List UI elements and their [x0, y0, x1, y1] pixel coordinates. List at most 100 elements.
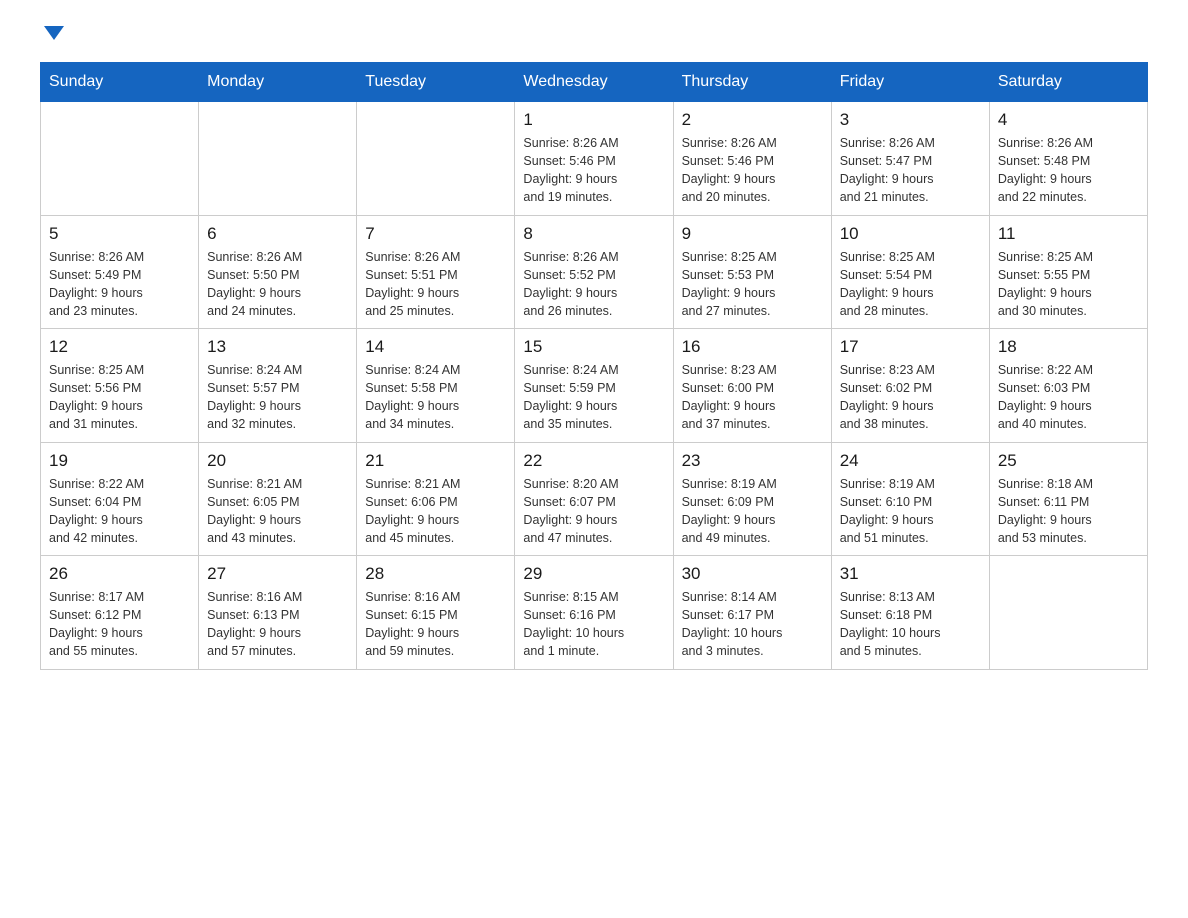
weekday-header-wednesday: Wednesday [515, 63, 673, 102]
day-number: 29 [523, 564, 664, 584]
calendar-cell: 19 Sunrise: 8:22 AM Sunset: 6:04 PM Dayli… [41, 442, 199, 556]
logo [40, 30, 64, 44]
day-info: Sunrise: 8:21 AM Sunset: 6:06 PM Dayligh… [365, 475, 506, 548]
day-info: Sunrise: 8:25 AM Sunset: 5:55 PM Dayligh… [998, 248, 1139, 321]
day-number: 2 [682, 110, 823, 130]
calendar-cell: 2 Sunrise: 8:26 AM Sunset: 5:46 PM Daylig… [673, 102, 831, 216]
calendar-cell: 4 Sunrise: 8:26 AM Sunset: 5:48 PM Daylig… [989, 102, 1147, 216]
calendar-cell: 17 Sunrise: 8:23 AM Sunset: 6:02 PM Dayli… [831, 329, 989, 443]
calendar-cell: 24 Sunrise: 8:19 AM Sunset: 6:10 PM Dayli… [831, 442, 989, 556]
day-info: Sunrise: 8:26 AM Sunset: 5:46 PM Dayligh… [523, 134, 664, 207]
day-info: Sunrise: 8:25 AM Sunset: 5:53 PM Dayligh… [682, 248, 823, 321]
calendar-cell: 13 Sunrise: 8:24 AM Sunset: 5:57 PM Dayli… [199, 329, 357, 443]
calendar-cell: 10 Sunrise: 8:25 AM Sunset: 5:54 PM Dayli… [831, 215, 989, 329]
calendar-cell: 16 Sunrise: 8:23 AM Sunset: 6:00 PM Dayli… [673, 329, 831, 443]
day-number: 17 [840, 337, 981, 357]
day-info: Sunrise: 8:20 AM Sunset: 6:07 PM Dayligh… [523, 475, 664, 548]
calendar-cell: 12 Sunrise: 8:25 AM Sunset: 5:56 PM Dayli… [41, 329, 199, 443]
day-info: Sunrise: 8:25 AM Sunset: 5:56 PM Dayligh… [49, 361, 190, 434]
calendar-cell: 28 Sunrise: 8:16 AM Sunset: 6:15 PM Dayli… [357, 556, 515, 670]
weekday-header-sunday: Sunday [41, 63, 199, 102]
day-number: 20 [207, 451, 348, 471]
weekday-header-saturday: Saturday [989, 63, 1147, 102]
day-info: Sunrise: 8:26 AM Sunset: 5:49 PM Dayligh… [49, 248, 190, 321]
day-number: 19 [49, 451, 190, 471]
calendar-cell [989, 556, 1147, 670]
weekday-header-monday: Monday [199, 63, 357, 102]
day-info: Sunrise: 8:24 AM Sunset: 5:57 PM Dayligh… [207, 361, 348, 434]
week-row-3: 12 Sunrise: 8:25 AM Sunset: 5:56 PM Dayli… [41, 329, 1148, 443]
day-number: 31 [840, 564, 981, 584]
calendar-cell: 7Sunrise: 8:26 AM Sunset: 5:51 PM Daylig… [357, 215, 515, 329]
day-info: Sunrise: 8:26 AM Sunset: 5:46 PM Dayligh… [682, 134, 823, 207]
day-number: 8 [523, 224, 664, 244]
logo-triangle-icon [44, 26, 64, 40]
calendar-cell: 8 Sunrise: 8:26 AM Sunset: 5:52 PM Daylig… [515, 215, 673, 329]
calendar-cell: 9 Sunrise: 8:25 AM Sunset: 5:53 PM Daylig… [673, 215, 831, 329]
calendar-cell: 20 Sunrise: 8:21 AM Sunset: 6:05 PM Dayli… [199, 442, 357, 556]
calendar-cell: 6 Sunrise: 8:26 AM Sunset: 5:50 PM Daylig… [199, 215, 357, 329]
day-number: 16 [682, 337, 823, 357]
day-info: Sunrise: 8:26 AM Sunset: 5:47 PM Dayligh… [840, 134, 981, 207]
day-info: Sunrise: 8:19 AM Sunset: 6:09 PM Dayligh… [682, 475, 823, 548]
day-info: Sunrise: 8:22 AM Sunset: 6:03 PM Dayligh… [998, 361, 1139, 434]
calendar-cell [199, 102, 357, 216]
calendar-cell: 15 Sunrise: 8:24 AM Sunset: 5:59 PM Dayli… [515, 329, 673, 443]
day-info: Sunrise: 8:21 AM Sunset: 6:05 PM Dayligh… [207, 475, 348, 548]
day-number: 22 [523, 451, 664, 471]
day-number: 28 [365, 564, 506, 584]
day-number: 25 [998, 451, 1139, 471]
week-row-2: 5 Sunrise: 8:26 AM Sunset: 5:49 PM Daylig… [41, 215, 1148, 329]
page-header [40, 30, 1148, 44]
week-row-4: 19 Sunrise: 8:22 AM Sunset: 6:04 PM Dayli… [41, 442, 1148, 556]
weekday-header-friday: Friday [831, 63, 989, 102]
calendar-cell: 23 Sunrise: 8:19 AM Sunset: 6:09 PM Dayli… [673, 442, 831, 556]
day-info: Sunrise: 8:16 AM Sunset: 6:15 PM Dayligh… [365, 588, 506, 661]
day-number: 21 [365, 451, 506, 471]
day-info: Sunrise: 8:14 AM Sunset: 6:17 PM Dayligh… [682, 588, 823, 661]
day-number: 1 [523, 110, 664, 130]
day-number: 3 [840, 110, 981, 130]
day-info: Sunrise: 8:22 AM Sunset: 6:04 PM Dayligh… [49, 475, 190, 548]
day-info: Sunrise: 8:26 AM Sunset: 5:51 PM Dayligh… [365, 248, 506, 321]
day-number: 14 [365, 337, 506, 357]
day-info: Sunrise: 8:26 AM Sunset: 5:50 PM Dayligh… [207, 248, 348, 321]
day-info: Sunrise: 8:17 AM Sunset: 6:12 PM Dayligh… [49, 588, 190, 661]
day-number: 4 [998, 110, 1139, 130]
calendar-cell: 30Sunrise: 8:14 AM Sunset: 6:17 PM Dayli… [673, 556, 831, 670]
day-number: 9 [682, 224, 823, 244]
weekday-header-tuesday: Tuesday [357, 63, 515, 102]
day-info: Sunrise: 8:15 AM Sunset: 6:16 PM Dayligh… [523, 588, 664, 661]
day-number: 23 [682, 451, 823, 471]
day-info: Sunrise: 8:16 AM Sunset: 6:13 PM Dayligh… [207, 588, 348, 661]
day-info: Sunrise: 8:26 AM Sunset: 5:48 PM Dayligh… [998, 134, 1139, 207]
calendar-cell: 1 Sunrise: 8:26 AM Sunset: 5:46 PM Daylig… [515, 102, 673, 216]
day-number: 6 [207, 224, 348, 244]
calendar-cell: 21 Sunrise: 8:21 AM Sunset: 6:06 PM Dayli… [357, 442, 515, 556]
day-info: Sunrise: 8:26 AM Sunset: 5:52 PM Dayligh… [523, 248, 664, 321]
day-number: 5 [49, 224, 190, 244]
day-number: 13 [207, 337, 348, 357]
day-number: 10 [840, 224, 981, 244]
calendar-cell: 22 Sunrise: 8:20 AM Sunset: 6:07 PM Dayli… [515, 442, 673, 556]
day-info: Sunrise: 8:24 AM Sunset: 5:58 PM Dayligh… [365, 361, 506, 434]
calendar-cell: 25 Sunrise: 8:18 AM Sunset: 6:11 PM Dayli… [989, 442, 1147, 556]
day-number: 12 [49, 337, 190, 357]
day-number: 15 [523, 337, 664, 357]
calendar-cell [357, 102, 515, 216]
day-info: Sunrise: 8:19 AM Sunset: 6:10 PM Dayligh… [840, 475, 981, 548]
day-info: Sunrise: 8:13 AM Sunset: 6:18 PM Dayligh… [840, 588, 981, 661]
day-info: Sunrise: 8:23 AM Sunset: 6:02 PM Dayligh… [840, 361, 981, 434]
day-info: Sunrise: 8:23 AM Sunset: 6:00 PM Dayligh… [682, 361, 823, 434]
day-info: Sunrise: 8:18 AM Sunset: 6:11 PM Dayligh… [998, 475, 1139, 548]
weekday-header-thursday: Thursday [673, 63, 831, 102]
calendar-cell: 18 Sunrise: 8:22 AM Sunset: 6:03 PM Dayli… [989, 329, 1147, 443]
day-number: 18 [998, 337, 1139, 357]
day-info: Sunrise: 8:24 AM Sunset: 5:59 PM Dayligh… [523, 361, 664, 434]
calendar-cell: 3 Sunrise: 8:26 AM Sunset: 5:47 PM Daylig… [831, 102, 989, 216]
calendar-cell: 29 Sunrise: 8:15 AM Sunset: 6:16 PM Dayli… [515, 556, 673, 670]
week-row-1: 1 Sunrise: 8:26 AM Sunset: 5:46 PM Daylig… [41, 102, 1148, 216]
day-info: Sunrise: 8:25 AM Sunset: 5:54 PM Dayligh… [840, 248, 981, 321]
day-number: 26 [49, 564, 190, 584]
day-number: 24 [840, 451, 981, 471]
